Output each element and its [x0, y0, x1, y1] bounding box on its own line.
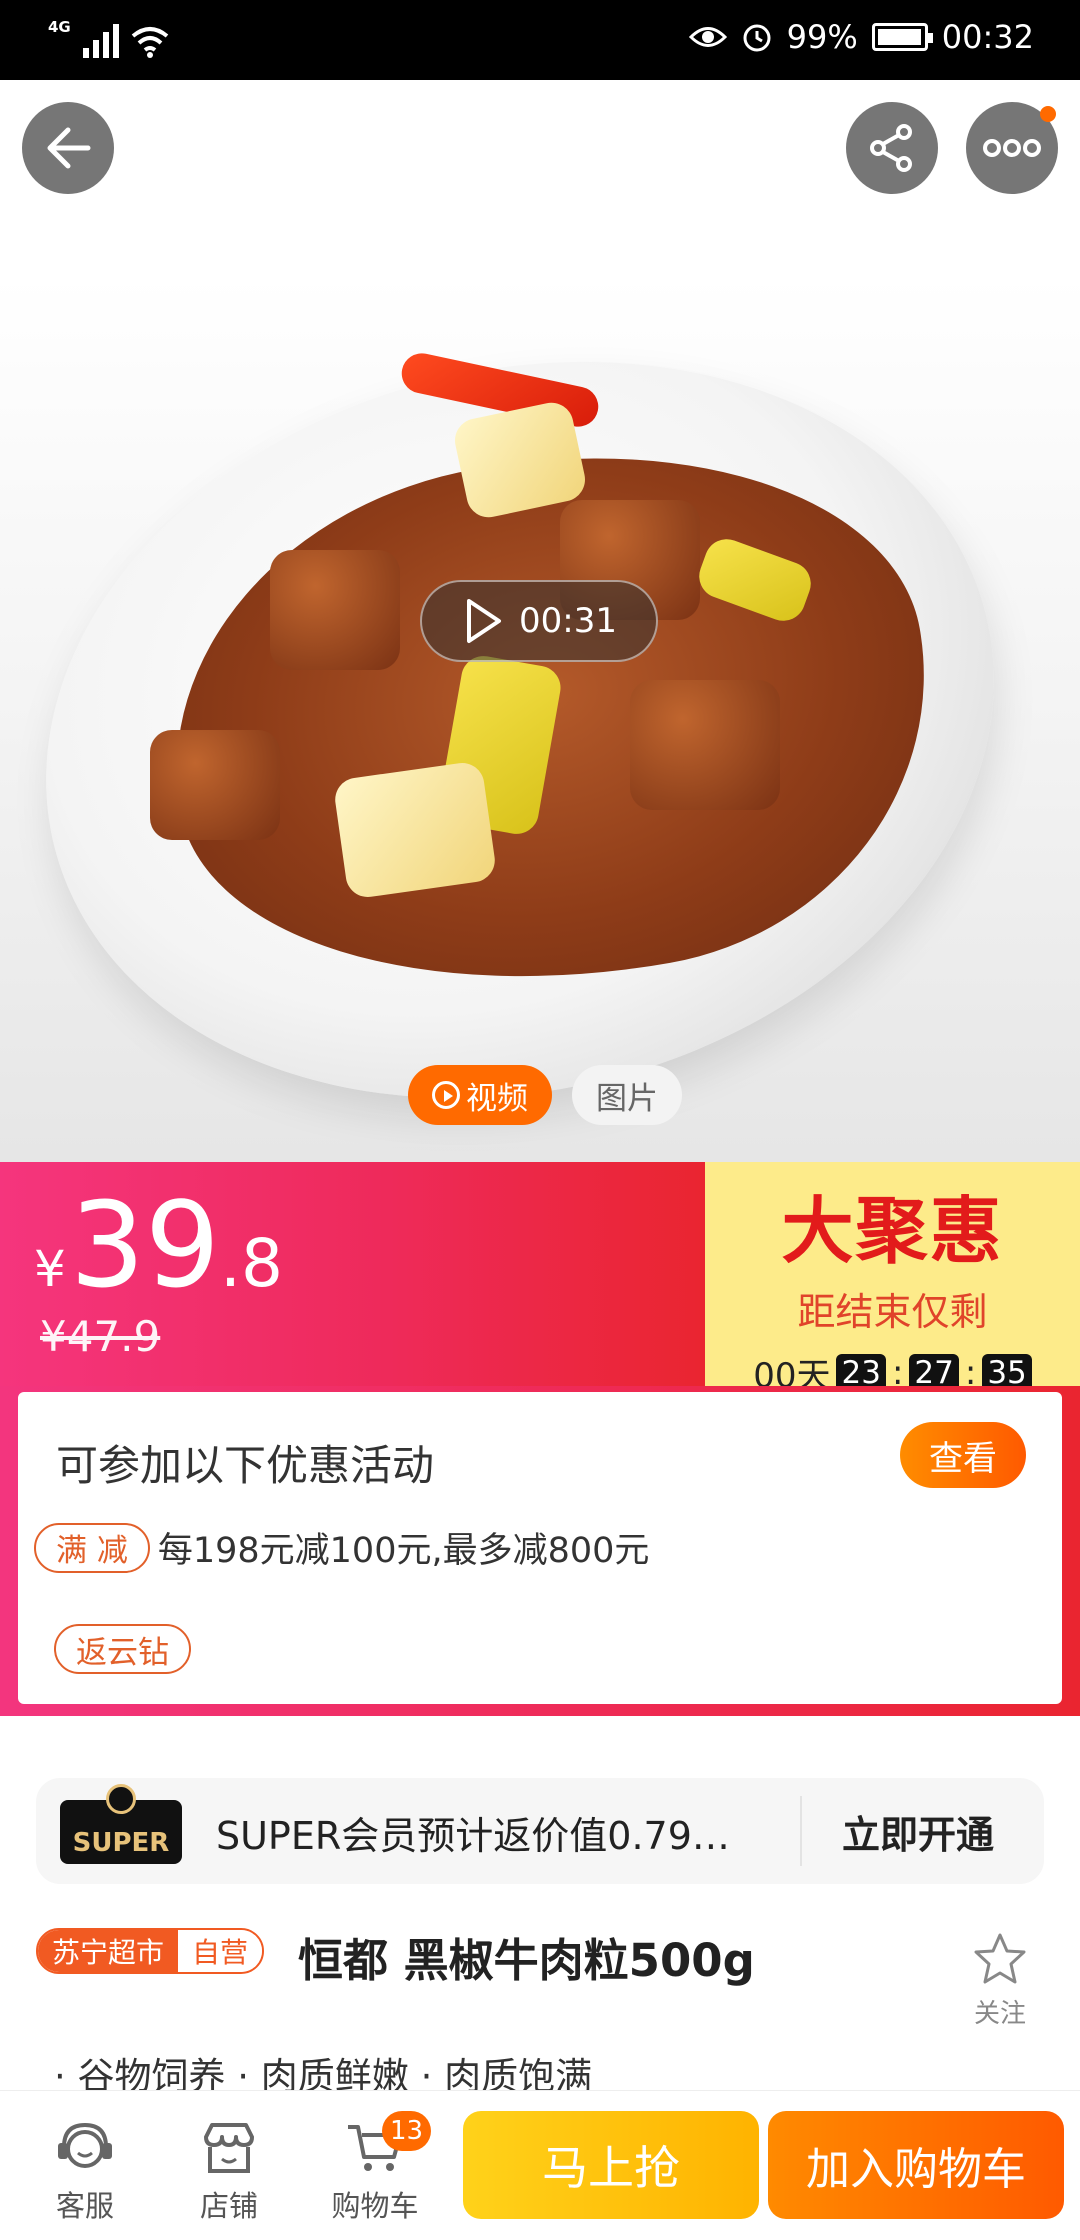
discounts-title: 可参加以下优惠活动	[56, 1441, 435, 1490]
promo-title: 大聚惠	[781, 1189, 1004, 1273]
play-circle-icon	[432, 1081, 460, 1109]
product-detail-page: 4G 99% 00:32 00:31 视频 图片 ¥ 39 .8 ¥47.9 大…	[0, 0, 1080, 2240]
alarm-icon	[743, 24, 771, 52]
more-icon	[983, 139, 1041, 157]
discounts-section: 可参加以下优惠活动 查看 满 减 每198元减100元,最多减800元 返云钻	[0, 1386, 1080, 1716]
follow-label: 关注	[973, 1999, 1026, 2029]
tab-video[interactable]: 视频	[408, 1065, 552, 1125]
divider	[800, 1796, 802, 1866]
video-duration: 00:31	[519, 601, 617, 641]
product-media[interactable]: 00:31 视频 图片	[0, 80, 1080, 1162]
self-operated-tag: 自营	[178, 1930, 263, 1972]
activate-member-button[interactable]: 立即开通	[842, 1804, 994, 1859]
currency-symbol: ¥	[34, 1240, 66, 1298]
original-price: ¥47.9	[40, 1312, 161, 1361]
tab-images[interactable]: 图片	[572, 1065, 682, 1125]
follow-button[interactable]: 关注	[964, 1932, 1036, 2030]
play-video-button[interactable]: 00:31	[420, 580, 658, 662]
store-label: 店铺	[199, 2189, 258, 2223]
cart-label: 购物车	[331, 2189, 419, 2223]
store-icon	[204, 2123, 254, 2173]
flash-sale-box: 大聚惠 距结束仅剩 00天 23 : 27 : 35	[705, 1162, 1080, 1396]
cloud-diamond-row: 返云钻	[54, 1624, 191, 1674]
store-tag: 苏宁超市 自营	[36, 1928, 265, 1974]
status-left: 4G	[48, 18, 169, 58]
food-meat	[270, 550, 400, 670]
notification-dot	[1040, 106, 1056, 122]
food-meat	[150, 730, 280, 840]
back-arrow-icon	[47, 127, 91, 169]
battery-icon	[871, 23, 933, 51]
product-title: 恒都 黑椒牛肉粒500g	[298, 1934, 755, 1987]
clock: 00:32	[941, 18, 1034, 56]
bottom-action-bar: 客服 店铺 购物车 13 马上抢 加入购物车	[0, 2090, 1080, 2240]
customer-service-icon	[58, 2122, 112, 2168]
signal-icon	[82, 22, 119, 58]
price-integer: 39	[69, 1176, 220, 1314]
cart-count-badge: 13	[382, 2111, 432, 2151]
network-type: 4G	[48, 18, 71, 36]
super-member-bar[interactable]: SUPER SUPER会员预计返价值0.79元云钻 立即开通	[36, 1778, 1044, 1884]
price-banner: ¥ 39 .8 ¥47.9	[0, 1162, 705, 1386]
add-to-cart-button[interactable]: 加入购物车	[768, 2111, 1064, 2219]
promo-subtitle: 距结束仅剩	[797, 1290, 988, 1334]
customer-service-label: 客服	[55, 2189, 114, 2223]
buy-now-button[interactable]: 马上抢	[463, 2111, 759, 2219]
store-button[interactable]: 店铺	[174, 2119, 284, 2225]
media-tabs: 视频 图片	[408, 1065, 682, 1125]
super-logo-text: SUPER	[72, 1828, 170, 1858]
discount-rule-text: 每198元减100元,最多减800元	[157, 1531, 650, 1571]
share-icon	[870, 124, 912, 172]
discount-rule-row: 满 减 每198元减100元,最多减800元	[34, 1522, 649, 1573]
food-meat	[630, 680, 780, 810]
star-icon	[974, 1933, 1026, 1984]
battery-percent: 99%	[786, 18, 858, 56]
tab-images-label: 图片	[596, 1080, 658, 1117]
play-icon	[467, 599, 501, 643]
status-bar: 4G 99% 00:32	[0, 0, 1080, 80]
status-right: 99% 00:32	[688, 18, 1034, 56]
more-button[interactable]	[966, 102, 1058, 194]
cloud-diamond-tag: 返云钻	[54, 1624, 191, 1674]
crown-icon	[106, 1784, 136, 1814]
discounts-card[interactable]: 可参加以下优惠活动 查看 满 减 每198元减100元,最多减800元 返云钻	[18, 1392, 1062, 1704]
customer-service-button[interactable]: 客服	[30, 2119, 140, 2225]
view-discounts-button[interactable]: 查看	[900, 1422, 1026, 1488]
share-button[interactable]	[846, 102, 938, 194]
wifi-icon	[131, 27, 169, 58]
cart-button[interactable]: 购物车 13	[320, 2111, 432, 2225]
eye-icon	[688, 27, 727, 47]
current-price: ¥ 39 .8	[34, 1186, 283, 1304]
food-pineapple	[332, 760, 498, 900]
back-button[interactable]	[22, 102, 114, 194]
store-tag-label: 苏宁超市	[38, 1930, 179, 1972]
member-benefit-text: SUPER会员预计返价值0.79元云钻	[216, 1814, 756, 1858]
super-logo: SUPER	[60, 1784, 182, 1864]
price-decimal: .8	[219, 1225, 283, 1302]
full-reduction-tag: 满 减	[34, 1522, 150, 1573]
tab-video-label: 视频	[466, 1080, 528, 1117]
